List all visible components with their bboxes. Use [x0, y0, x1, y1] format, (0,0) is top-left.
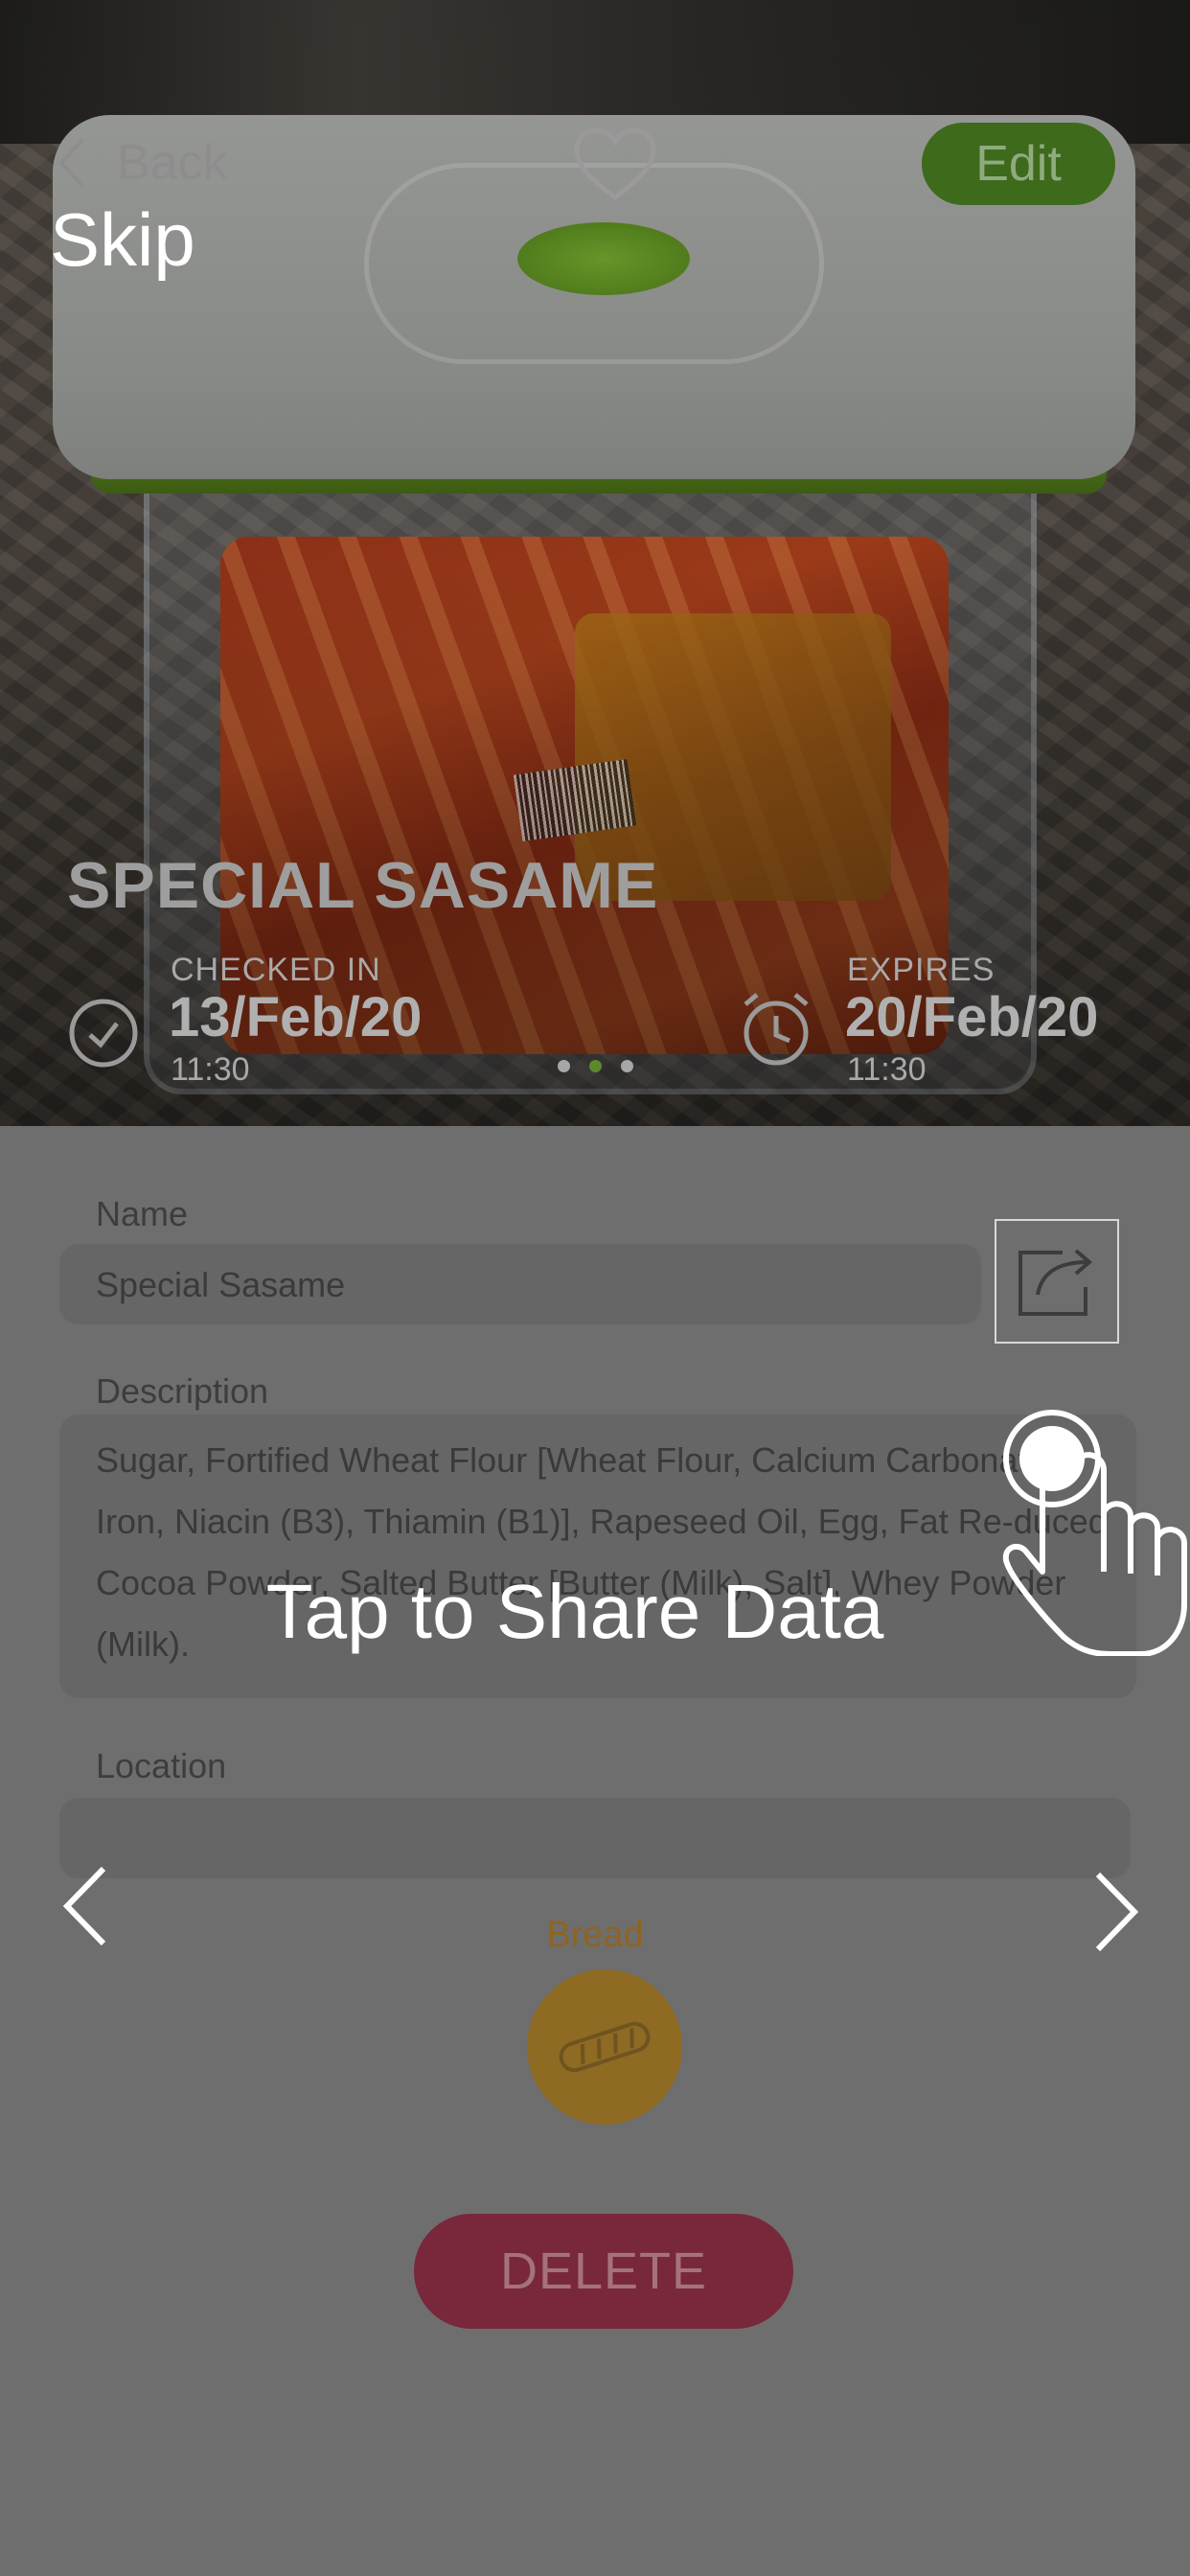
- carousel-dot[interactable]: [621, 1060, 633, 1072]
- description-label: Description: [96, 1371, 269, 1411]
- back-chevron-icon: [59, 138, 84, 188]
- name-field[interactable]: Special Sasame: [59, 1244, 981, 1324]
- tutorial-tip: Tap to Share Data: [265, 1569, 884, 1654]
- share-button[interactable]: [995, 1219, 1119, 1344]
- share-icon: [1018, 1249, 1093, 1316]
- carousel-dot-active[interactable]: [589, 1060, 602, 1072]
- checked-in-date: 13/Feb/20: [169, 986, 423, 1048]
- skip-button[interactable]: Skip: [50, 196, 195, 284]
- edit-button[interactable]: Edit: [922, 123, 1115, 205]
- expires-date: 20/Feb/20: [845, 986, 1099, 1048]
- name-label: Name: [96, 1194, 189, 1233]
- carousel-dot[interactable]: [558, 1060, 570, 1072]
- back-label: Back: [117, 135, 228, 191]
- expires-time: 11:30: [847, 1051, 927, 1088]
- location-label: Location: [96, 1746, 227, 1785]
- checked-in-time: 11:30: [171, 1051, 250, 1088]
- carousel-dots[interactable]: [558, 1060, 633, 1072]
- location-field[interactable]: [59, 1798, 1131, 1878]
- category-button[interactable]: [527, 1969, 682, 2125]
- previous-arrow-icon[interactable]: [57, 1863, 115, 1954]
- tap-hand-icon: [996, 1403, 1188, 1661]
- name-value: Special Sasame: [96, 1265, 346, 1304]
- category-label: Bread: [546, 1915, 644, 1955]
- favorite-heart-icon[interactable]: [573, 126, 657, 208]
- bread-icon: [559, 2021, 651, 2073]
- checked-in-label: CHECKED IN: [171, 952, 381, 988]
- next-arrow-icon[interactable]: [1088, 1869, 1146, 1960]
- alarm-clock-icon: [740, 991, 812, 1072]
- clock-icon: [67, 993, 140, 1074]
- expires-label: EXPIRES: [847, 952, 995, 988]
- item-title: SPECIAL SASAME: [67, 849, 659, 922]
- delete-button[interactable]: DELETE: [414, 2214, 793, 2329]
- back-button[interactable]: Back: [59, 134, 228, 192]
